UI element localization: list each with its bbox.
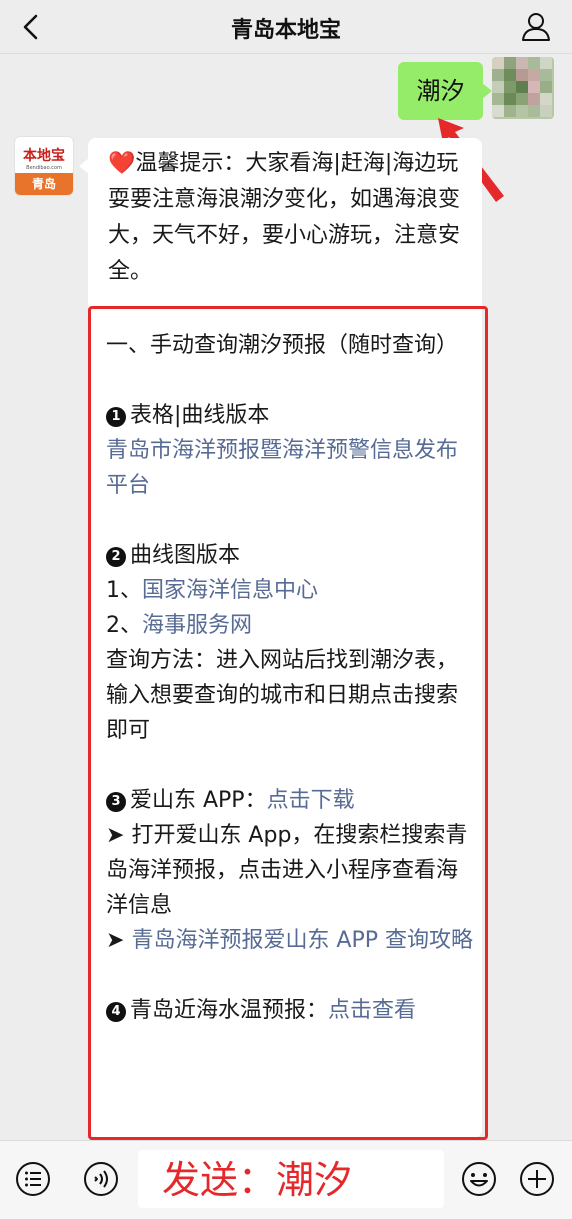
- national-ocean-info-center-link[interactable]: 国家海洋信息中心: [142, 578, 318, 603]
- section-title: 一、手动查询潮汐预报（随时查询）: [106, 333, 459, 358]
- sub-1-prefix: 1、: [106, 578, 142, 603]
- person-icon[interactable]: [518, 9, 554, 45]
- sub-2-prefix: 2、: [106, 613, 142, 638]
- maritime-service-link[interactable]: 海事服务网: [142, 613, 252, 638]
- item-3-guide: ➤ 青岛海洋预报爱山东 APP 查询攻略: [106, 923, 476, 958]
- item-1-heading: 1 表格|曲线版本: [106, 398, 476, 433]
- query-method-text: 查询方法：进入网站后找到潮汐表，输入想要查询的城市和日期点击搜索即可: [106, 648, 459, 743]
- view-water-temp-link[interactable]: 点击查看: [328, 998, 416, 1023]
- tip-body: 温馨提示：大家看海|赶海|海边玩耍要注意海浪潮汐变化，如遇海浪变大，天气不好，要…: [108, 151, 461, 284]
- item-2-sub-1: 1、国家海洋信息中心: [106, 573, 476, 608]
- top-nav-bar: 青岛本地宝: [0, 0, 572, 54]
- download-link[interactable]: 点击下载: [267, 788, 355, 813]
- voice-icon[interactable]: [82, 1160, 120, 1198]
- item-3-step-text: 打开爱山东 App，在搜索栏搜索青岛海洋预报，点击进入小程序查看海洋信息: [106, 823, 468, 918]
- item-2-label: 曲线图版本: [130, 543, 241, 568]
- item-3-heading: 3 爱山东 APP：点击下载: [106, 783, 476, 818]
- plus-icon[interactable]: [518, 1160, 556, 1198]
- forecast-platform-link[interactable]: 青岛市海洋预报暨海洋预警信息发布平台: [106, 433, 476, 503]
- guide-link[interactable]: 青岛海洋预报爱山东 APP 查询攻略: [131, 928, 473, 953]
- page-title: 青岛本地宝: [230, 18, 341, 43]
- item-3-label: 爱山东 APP：: [130, 788, 267, 813]
- send-instruction-text: 发送：潮汐: [162, 1158, 353, 1202]
- number-3-badge: 3: [106, 792, 126, 812]
- bullet-arrow-icon: ➤: [106, 928, 125, 953]
- heart-icon: ❤️: [108, 151, 136, 176]
- number-1-badge: 1: [106, 407, 126, 427]
- item-3-step: ➤ 打开爱山东 App，在搜索栏搜索青岛海洋预报，点击进入小程序查看海洋信息: [106, 818, 476, 923]
- item-2-heading: 2 曲线图版本: [106, 538, 476, 573]
- logo-text: 本地宝: [23, 148, 65, 164]
- warm-tip-text: ❤️温馨提示：大家看海|赶海|海边玩耍要注意海浪潮汐变化，如遇海浪变大，天气不好…: [108, 146, 470, 290]
- item-4-heading: 4 青岛近海水温预报：点击查看: [106, 993, 476, 1028]
- logo-city: 青岛: [15, 173, 73, 195]
- number-2-badge: 2: [106, 547, 126, 567]
- tide-query-content: 一、手动查询潮汐预报（随时查询） 1 表格|曲线版本 青岛市海洋预报暨海洋预警信息…: [106, 328, 476, 1028]
- number-4-badge: 4: [106, 1002, 126, 1022]
- logo-url: Bendibao.com: [26, 165, 62, 171]
- bullet-arrow-icon: ➤: [106, 823, 125, 848]
- list-menu-icon[interactable]: [14, 1160, 52, 1198]
- item-4-label: 青岛近海水温预报：: [130, 998, 329, 1023]
- bot-avatar[interactable]: 本地宝 Bendibao.com 青岛: [14, 136, 74, 196]
- item-2-sub-2: 2、海事服务网: [106, 608, 476, 643]
- item-1-label: 表格|曲线版本: [130, 403, 270, 428]
- emoji-icon[interactable]: [460, 1160, 498, 1198]
